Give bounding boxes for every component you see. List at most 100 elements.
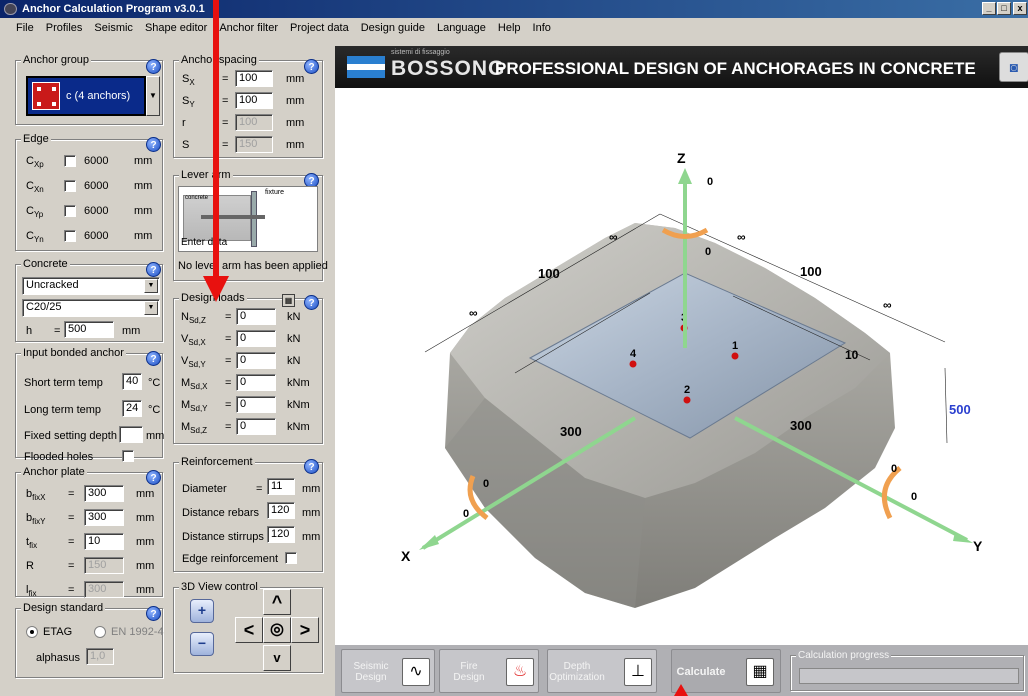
unit-label: mm [134,155,153,167]
depth-optimization-button[interactable]: Depth Optimization ⊥ [547,649,657,693]
table-icon[interactable]: ▦ [282,294,295,307]
rebars-input[interactable]: 120 [267,502,295,519]
anchor-point [629,360,637,368]
help-icon[interactable]: ? [146,470,161,485]
short-term-input[interactable]: 40 [122,373,142,390]
menu-language[interactable]: Language [431,18,492,38]
long-term-input[interactable]: 24 [122,400,142,417]
spacing-input[interactable]: 100 [235,92,273,109]
z-axis-arrow-icon [678,168,692,184]
plate-dim-right: 300 [790,418,812,433]
unit-label: kNm [287,377,310,389]
anchor-rod-icon [201,215,265,219]
edge-checkbox[interactable] [64,180,76,192]
edge-value: 6000 [84,155,109,167]
camera-icon[interactable]: ◙ [999,52,1028,82]
annotation-arrow-head-icon [203,276,229,302]
minimize-button[interactable]: _ [982,2,996,15]
zoom-out-icon[interactable]: − [190,632,214,656]
edge-checkbox[interactable] [64,205,76,217]
load-input[interactable]: 0 [236,352,276,369]
concrete-grade-select[interactable]: C20/25 ▼ [22,299,160,317]
spacing-input[interactable]: 150 [235,136,273,153]
menu-info[interactable]: Info [527,18,557,38]
lever-arm-panel: Lever arm ? concrete fixture Enter data … [173,169,328,281]
help-icon[interactable]: ? [304,295,319,310]
load-input[interactable]: 0 [236,418,276,435]
alphasus-input[interactable]: 1,0 [86,648,114,665]
title-bar: Anchor Calculation Program v3.0.1 _ □ x [0,0,1028,18]
menu-seismic[interactable]: Seismic [88,18,139,38]
spacing-input[interactable]: 100 [235,70,273,87]
edge-checkbox[interactable] [64,155,76,167]
menu-anchor-filter[interactable]: Anchor filter [213,18,284,38]
plate-input[interactable]: 150 [84,557,124,574]
h-label: h [26,325,33,337]
edge-symbol: CYn [26,230,44,245]
crack-state-select[interactable]: Uncracked ▼ [22,277,160,295]
fixture-tag: fixture [265,189,285,196]
plate-input[interactable]: 300 [84,581,124,598]
menu-help[interactable]: Help [492,18,527,38]
rotate-up-icon[interactable]: ^ [263,589,291,615]
bossong-logo-icon [347,56,385,78]
maximize-button[interactable]: □ [997,2,1011,15]
stirrups-input[interactable]: 120 [267,526,295,543]
plate-input[interactable]: 10 [84,533,124,550]
edge-checkbox[interactable] [64,230,76,242]
setting-depth-input[interactable] [119,426,143,443]
edge-title: Edge [21,133,51,146]
close-button[interactable]: x [1013,2,1027,15]
menu-project-data[interactable]: Project data [284,18,355,38]
help-icon[interactable]: ? [146,351,161,366]
rotate-down-icon[interactable]: v [263,645,291,671]
plate-symbol: tfix [26,536,38,551]
en1992-radio[interactable] [94,626,106,638]
load-symbol: MSd,X [181,377,208,392]
rotation-value: 0 [705,246,712,258]
seismic-design-button[interactable]: Seismic Design ∿ [341,649,435,693]
flooded-holes-checkbox[interactable] [122,450,134,462]
help-icon[interactable]: ? [146,606,161,621]
help-icon[interactable]: ? [304,59,319,74]
unit-label: mm [136,488,155,500]
unit-label: mm [136,536,155,548]
rotate-left-icon[interactable]: < [235,617,263,643]
anchor-group-select[interactable]: c (4 anchors) [26,76,146,116]
load-input[interactable]: 0 [236,330,276,347]
load-input[interactable]: 0 [236,308,276,325]
load-input[interactable]: 0 [236,374,276,391]
load-input[interactable]: 0 [236,396,276,413]
dropdown-arrow-icon[interactable]: ▼ [146,76,160,116]
menu-design-guide[interactable]: Design guide [355,18,431,38]
zoom-in-icon[interactable]: + [190,599,214,623]
edge-reinforcement-checkbox[interactable] [285,552,297,564]
3d-view[interactable]: 1234 Z 0 0 X 0 0 Y 0 0 100 100 ∞ ∞ ∞ ∞ 3… [335,88,1028,645]
help-icon[interactable]: ? [146,137,161,152]
fire-design-button[interactable]: Fire Design ♨ [439,649,539,693]
help-icon[interactable]: ? [146,262,161,277]
unit-label: mm [122,325,141,337]
dropdown-arrow-icon: ▼ [144,279,158,293]
plate-input[interactable]: 300 [84,509,124,526]
diameter-input[interactable]: 11 [267,478,295,495]
inf-label: ∞ [883,298,892,312]
lever-arm-title: Lever arm [179,169,233,182]
spacing-input[interactable]: 100 [235,114,273,131]
menu-profiles[interactable]: Profiles [40,18,89,38]
thickness-input[interactable]: 500 [64,321,114,338]
menu-shape-editor[interactable]: Shape editor [139,18,213,38]
help-icon[interactable]: ? [304,459,319,474]
menu-file[interactable]: File [0,18,40,38]
help-icon[interactable]: ? [146,59,161,74]
unit-label: mm [286,139,305,151]
reset-view-icon[interactable]: ◎ [263,617,291,643]
anchor-plate-title: Anchor plate [21,466,87,479]
app-icon [4,3,17,15]
lever-arm-image[interactable]: concrete fixture Enter data [178,186,318,252]
calculate-pointer-arrow-icon [674,684,688,696]
plate-input[interactable]: 300 [84,485,124,502]
rotate-right-icon[interactable]: > [291,617,319,643]
unit-label: mm [136,560,155,572]
etag-radio[interactable] [26,626,38,638]
